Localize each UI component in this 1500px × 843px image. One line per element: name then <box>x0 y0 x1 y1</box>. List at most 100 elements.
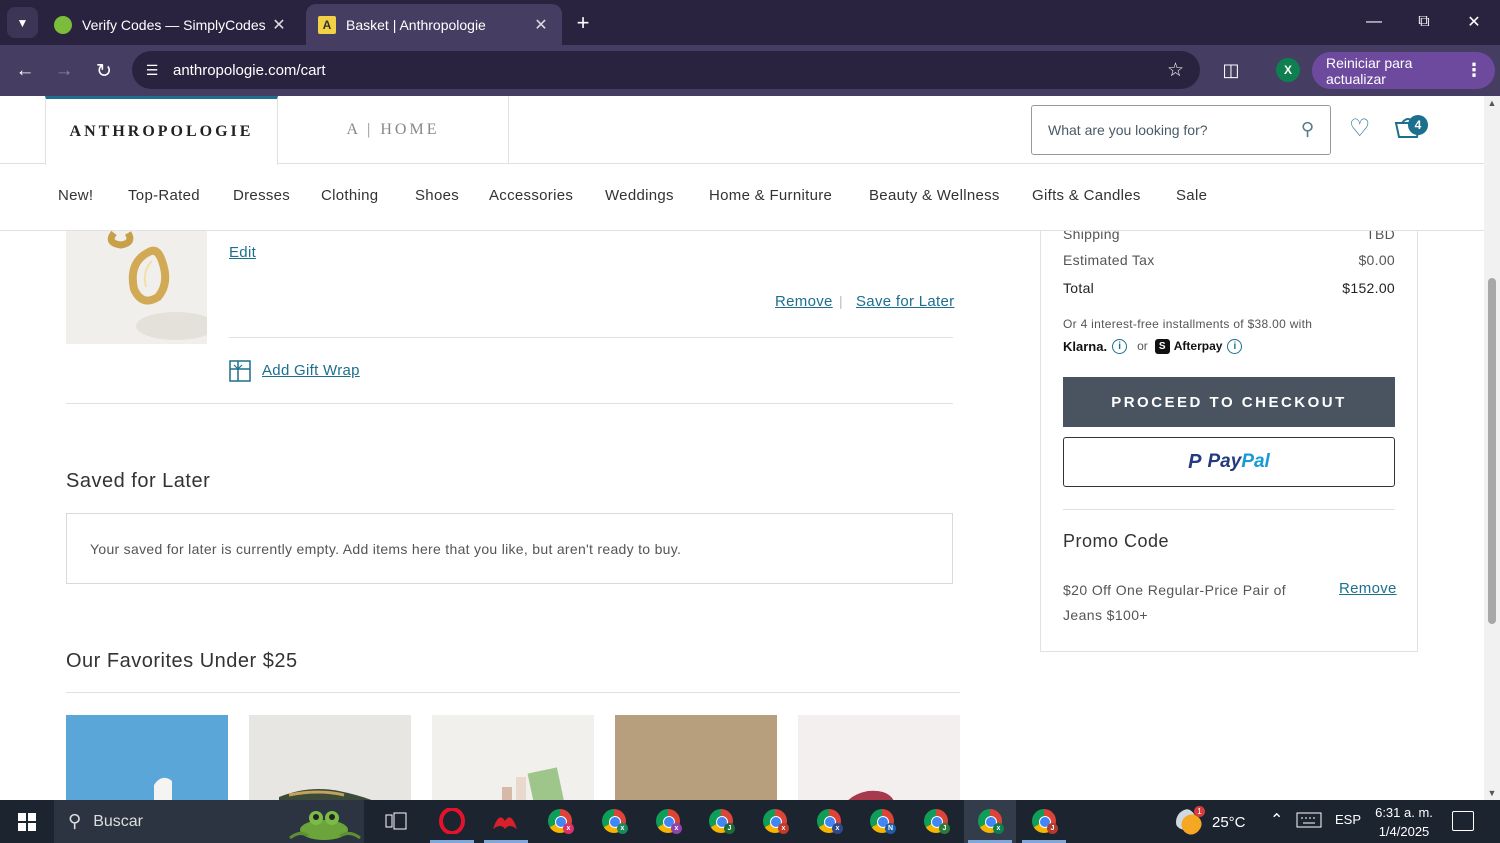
nav-item-home-furniture[interactable]: Home & Furniture <box>709 187 832 204</box>
chrome-profile-icon[interactable]: x <box>545 806 575 836</box>
chrome-profile-icon[interactable]: x <box>814 806 844 836</box>
favorite-product-image[interactable] <box>798 715 960 800</box>
saved-empty-message: Your saved for later is currently empty.… <box>90 540 682 557</box>
search-icon: ⚲ <box>68 811 82 831</box>
minimize-icon[interactable]: — <box>1354 8 1394 36</box>
nav-item-weddings[interactable]: Weddings <box>605 187 674 204</box>
windows-taskbar: ⚲ Buscar x x x J x x N J x J 1 25°C ⌃ ES… <box>0 800 1500 843</box>
chrome-profile-icon[interactable]: x <box>653 806 683 836</box>
windows-start-button[interactable] <box>0 800 54 843</box>
saved-for-later-empty-box: Your saved for later is currently empty.… <box>66 513 953 584</box>
nav-item-sale[interactable]: Sale <box>1176 187 1207 204</box>
system-clock[interactable]: 6:31 a. m. 1/4/2025 <box>1372 803 1436 841</box>
nav-item-accessories[interactable]: Accessories <box>489 187 573 204</box>
installments-text: Or 4 interest-free installments of $38.0… <box>1063 317 1313 331</box>
save-for-later-link[interactable]: Save for Later <box>856 293 954 310</box>
new-tab-plus-icon[interactable]: + <box>570 10 596 36</box>
nav-item-new[interactable]: New! <box>58 187 93 204</box>
ahome-logo[interactable]: A | HOME <box>278 96 509 164</box>
anthropologie-logo[interactable]: ANTHROPOLOGIE <box>45 96 278 165</box>
tab-simplycodes[interactable]: Verify Codes — SimplyCodes ✕ <box>42 4 300 45</box>
close-window-icon[interactable]: ✕ <box>1454 8 1494 36</box>
favorite-product-image[interactable] <box>66 715 228 800</box>
profile-avatar[interactable]: X <box>1276 58 1300 82</box>
extensions-puzzle-icon[interactable]: ◫ <box>1218 56 1244 84</box>
nav-item-beauty-wellness[interactable]: Beauty & Wellness <box>869 187 1000 204</box>
bnpl-options: Klarna. i or S Afterpay i <box>1063 337 1243 355</box>
afterpay-badge-icon: S <box>1154 338 1170 354</box>
scrollbar-thumb[interactable] <box>1488 278 1496 624</box>
site-search-input[interactable]: What are you looking for? ⚲ <box>1031 105 1331 155</box>
remove-item-link[interactable]: Remove <box>775 293 833 310</box>
chrome-profile-icon[interactable]: x <box>599 806 629 836</box>
keyboard-icon[interactable] <box>1296 811 1322 832</box>
temperature: 25°C <box>1212 813 1246 831</box>
chrome-profile-icon[interactable]: J <box>921 806 951 836</box>
site-header: ANTHROPOLOGIE A | HOME What are you look… <box>0 96 1484 165</box>
afterpay-info-icon[interactable]: i <box>1227 338 1243 354</box>
promo-description: $20 Off One Regular-Price Pair of Jeans … <box>1063 582 1287 623</box>
app-red-icon[interactable] <box>490 806 520 836</box>
chrome-profile-icon[interactable]: x <box>975 806 1005 836</box>
site-settings-icon[interactable]: ☰ <box>142 62 162 79</box>
favorite-product-image[interactable] <box>432 715 594 800</box>
edit-item-link[interactable]: Edit <box>229 244 256 261</box>
windows-logo-icon <box>18 812 36 831</box>
favorite-product-image[interactable] <box>249 715 411 800</box>
product-image-earrings[interactable] <box>66 231 207 344</box>
paypal-button[interactable]: P PayPal <box>1063 437 1395 487</box>
chrome-profile-icon[interactable]: J <box>1029 806 1059 836</box>
chrome-profile-icon[interactable]: x <box>760 806 790 836</box>
address-bar[interactable]: ☰ anthropologie.com/cart ☆ <box>132 51 1200 89</box>
url-text[interactable]: anthropologie.com/cart <box>173 62 326 79</box>
simplycodes-favicon-icon <box>54 15 72 34</box>
weather-widget[interactable]: 1 25°C <box>1176 806 1246 835</box>
weather-partly-cloudy-icon: 1 <box>1176 806 1205 835</box>
search-icon[interactable]: ⚲ <box>1301 119 1314 140</box>
nav-item-shoes[interactable]: Shoes <box>415 187 459 204</box>
klarna-info-icon[interactable]: i <box>1112 338 1128 354</box>
more-menu-icon[interactable]: ⋮ <box>1465 60 1483 81</box>
search-placeholder: What are you looking for? <box>1048 122 1208 138</box>
restore-icon[interactable]: ⧉ <box>1404 8 1444 36</box>
basket-count-badge: 4 <box>1408 115 1428 135</box>
browser-toolbar: ← → ↻ ☰ anthropologie.com/cart ☆ ◫ X Rei… <box>0 45 1500 96</box>
close-tab-icon[interactable]: ✕ <box>532 15 550 35</box>
forward-arrow-icon[interactable]: → <box>49 56 79 86</box>
chrome-profile-icon[interactable]: J <box>706 806 736 836</box>
bookmark-star-icon[interactable]: ☆ <box>1167 59 1184 82</box>
nav-item-gifts-candles[interactable]: Gifts & Candles <box>1032 187 1141 204</box>
tax-value: $0.00 <box>1358 252 1395 268</box>
gift-wrap-icon[interactable] <box>229 360 251 382</box>
page-scrollbar[interactable]: ▲ ▼ <box>1484 96 1500 800</box>
klarna-logo: Klarna. <box>1063 338 1108 354</box>
close-tab-icon[interactable]: ✕ <box>270 15 288 35</box>
divider <box>66 692 960 693</box>
input-language[interactable]: ESP <box>1335 812 1361 827</box>
back-arrow-icon[interactable]: ← <box>10 56 40 86</box>
scroll-down-arrow-icon[interactable]: ▼ <box>1487 788 1497 798</box>
tab-search-chevron-icon[interactable]: ▼ <box>7 7 38 38</box>
wishlist-heart-icon[interactable]: ♡ <box>1349 114 1371 143</box>
proceed-to-checkout-button[interactable]: PROCEED TO CHECKOUT <box>1063 377 1395 427</box>
scroll-up-arrow-icon[interactable]: ▲ <box>1487 98 1497 108</box>
task-view-icon[interactable] <box>381 806 411 836</box>
show-hidden-icons-chevron-icon[interactable]: ⌃ <box>1270 810 1283 830</box>
paypal-logo: PayPal <box>1207 451 1270 472</box>
favorites-heading: Our Favorites Under $25 <box>66 650 298 672</box>
opera-browser-icon[interactable] <box>437 806 467 836</box>
nav-item-clothing[interactable]: Clothing <box>321 187 378 204</box>
favorite-product-image[interactable] <box>615 715 777 800</box>
reload-icon[interactable]: ↻ <box>89 56 119 86</box>
tab-anthropologie-basket[interactable]: A Basket | Anthropologie ✕ <box>306 4 562 45</box>
relaunch-update-button[interactable]: Reiniciar para actualizar ⋮ <box>1312 52 1495 89</box>
nav-item-dresses[interactable]: Dresses <box>233 187 290 204</box>
promo-code-heading: Promo Code <box>1063 531 1170 551</box>
anthropologie-cart-page: ANTHROPOLOGIE A | HOME What are you look… <box>0 96 1484 800</box>
notifications-icon[interactable] <box>1452 811 1474 831</box>
chrome-profile-icon[interactable]: N <box>867 806 897 836</box>
add-gift-wrap-link[interactable]: Add Gift Wrap <box>262 362 360 379</box>
divider <box>1063 509 1395 510</box>
nav-item-top-rated[interactable]: Top-Rated <box>128 187 200 204</box>
remove-promo-link[interactable]: Remove <box>1339 580 1397 597</box>
